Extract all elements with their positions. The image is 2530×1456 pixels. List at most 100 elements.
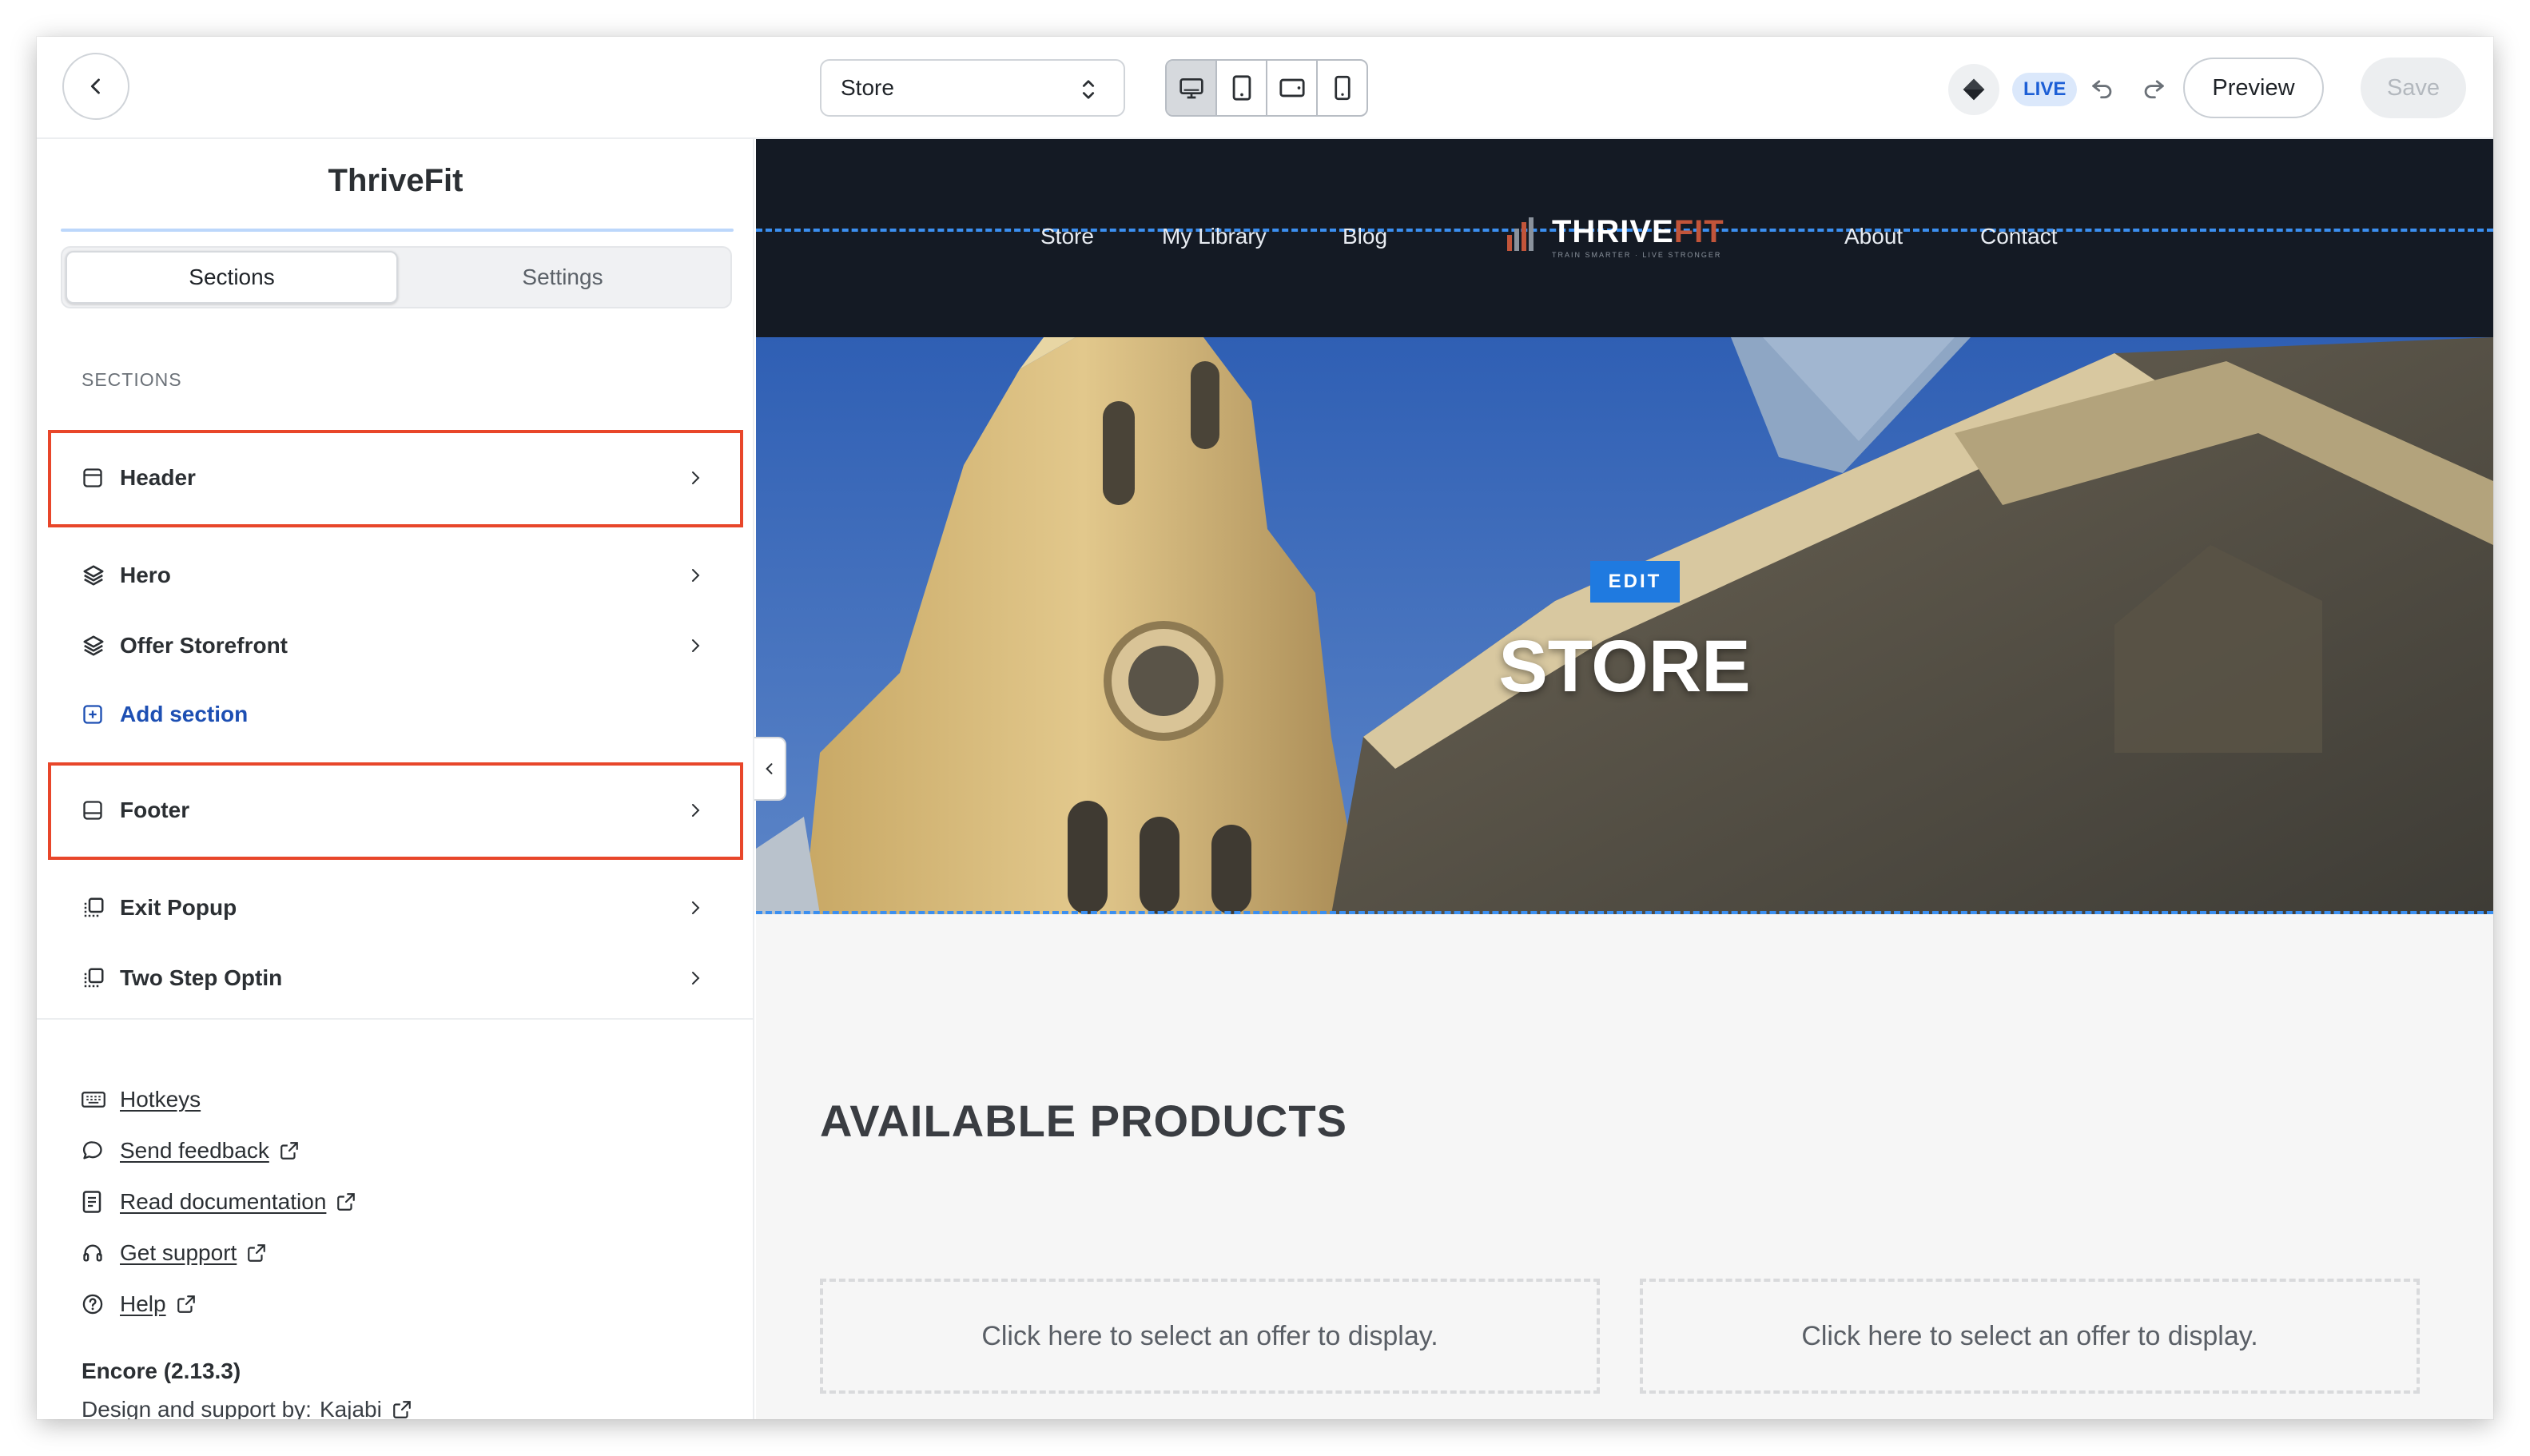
tablet-portrait-view-button[interactable] (1217, 61, 1267, 115)
chevron-left-icon (90, 78, 100, 94)
undo-icon[interactable] (2089, 74, 2116, 101)
mobile-icon (1334, 75, 1351, 101)
chevron-right-icon (692, 901, 700, 914)
sections-heading: SECTIONS (82, 369, 182, 390)
layout-top-icon (83, 468, 102, 487)
nav-link-my-library[interactable]: My Library (1162, 224, 1267, 249)
desktop-view-button[interactable] (1167, 61, 1217, 115)
device-toggle-group (1165, 59, 1368, 117)
plus-square-icon (83, 705, 102, 724)
hotkeys-link-label: Hotkeys (120, 1087, 201, 1112)
external-link-icon (177, 1295, 195, 1313)
desktop-icon (1179, 78, 1203, 99)
section-item-footer[interactable]: Footer (82, 786, 745, 834)
diamond-icon (1963, 78, 1985, 101)
theme-version: Encore (2.13.3) (82, 1359, 241, 1383)
external-link-icon (248, 1244, 266, 1262)
help-link-label: Help (120, 1291, 166, 1316)
get-support-link-label: Get support (120, 1240, 237, 1265)
section-item-offer-storefront[interactable]: Offer Storefront (82, 622, 745, 670)
layers-icon (83, 565, 104, 586)
section-item-label: Footer (120, 798, 190, 822)
mobile-view-button[interactable] (1318, 61, 1366, 115)
site-name-underline (61, 229, 734, 232)
tablet-portrait-icon (1232, 75, 1251, 101)
layout-bottom-icon (83, 801, 102, 820)
back-button[interactable] (62, 53, 129, 120)
nav-link-contact[interactable]: Contact (1980, 224, 2058, 249)
editor-app: Store LIVE Preview Save ThriveFit Sectio… (37, 37, 2493, 1419)
chevron-right-icon (692, 471, 700, 484)
section-item-label: Offer Storefront (120, 633, 288, 658)
sidebar-tabs: Sections Settings (61, 246, 732, 308)
keyboard-icon (82, 1092, 105, 1108)
site-name: ThriveFit (328, 163, 463, 198)
hero-title: STORE (1498, 626, 1751, 707)
headset-icon (83, 1244, 102, 1262)
section-item-label: Exit Popup (120, 895, 237, 920)
site-header-section[interactable]: Store My Library Blog THRIVEFIT TRAIN SM… (756, 139, 2493, 337)
section-item-label: Two Step Optin (120, 965, 283, 990)
external-link-icon (280, 1142, 298, 1160)
chevron-right-icon (692, 804, 700, 817)
products-heading: AVAILABLE PRODUCTS (820, 1096, 1347, 1146)
theme-settings-button[interactable] (1948, 64, 1999, 115)
external-link-icon (337, 1193, 356, 1211)
credit-prefix: Design and support by: (82, 1397, 312, 1419)
nav-link-blog[interactable]: Blog (1343, 224, 1387, 249)
collapse-sidebar-button[interactable] (754, 737, 786, 801)
send-feedback-link[interactable]: Send feedback (82, 1135, 300, 1167)
tab-settings[interactable]: Settings (398, 251, 727, 304)
section-item-hero[interactable]: Hero (82, 551, 745, 599)
nav-link-about[interactable]: About (1844, 224, 1903, 249)
logo-bars-icon (1507, 217, 1534, 251)
chat-icon (82, 1141, 102, 1160)
section-item-label: Header (120, 465, 196, 490)
logo-main-text: THRIVE (1552, 214, 1674, 249)
kajabi-link[interactable]: Kajabi (320, 1397, 382, 1419)
section-item-exit-popup[interactable]: Exit Popup (82, 884, 745, 932)
tablet-landscape-view-button[interactable] (1267, 61, 1318, 115)
tab-sections[interactable]: Sections (66, 251, 398, 304)
offer-placeholder-card[interactable]: Click here to select an offer to display… (820, 1279, 1600, 1394)
editor-topbar: Store LIVE Preview Save (37, 37, 2493, 139)
chevron-left-icon (766, 763, 773, 774)
chevron-right-icon (692, 972, 700, 985)
popup-icon (84, 897, 104, 917)
layers-icon (83, 635, 104, 656)
nav-link-store[interactable]: Store (1040, 224, 1094, 249)
preview-button[interactable]: Preview (2183, 58, 2324, 118)
section-item-label: Hero (120, 563, 171, 587)
sidebar-divider (37, 1018, 753, 1020)
help-circle-icon (82, 1294, 103, 1315)
save-button[interactable]: Save (2361, 58, 2466, 118)
edit-badge[interactable]: EDIT (1590, 561, 1680, 603)
live-badge: LIVE (2012, 73, 2078, 106)
read-documentation-link[interactable]: Read documentation (82, 1186, 356, 1218)
page-select[interactable]: Store (820, 59, 1125, 117)
add-section-button[interactable]: Add section (82, 690, 745, 738)
get-support-link[interactable]: Get support (82, 1237, 267, 1269)
logo-accent-text: FIT (1673, 214, 1724, 249)
offer-placeholder-card[interactable]: Click here to select an offer to display… (1640, 1279, 2420, 1394)
tablet-landscape-icon (1279, 78, 1305, 97)
page-select-value: Store (841, 75, 894, 100)
selection-dashed-line (756, 911, 2493, 914)
site-logo[interactable]: THRIVEFIT TRAIN SMARTER · LIVE STRONGER (1506, 216, 1724, 259)
section-item-header[interactable]: Header (82, 454, 745, 502)
credit-line: Design and support by: Kajabi (82, 1394, 412, 1419)
add-section-label: Add section (120, 702, 249, 726)
redo-icon[interactable] (2140, 74, 2167, 101)
chevron-up-down-icon (1082, 80, 1095, 99)
hero-section[interactable]: EDIT STORE (756, 337, 2493, 914)
chevron-right-icon (692, 569, 700, 582)
external-link-icon (392, 1401, 411, 1418)
popup-icon (84, 968, 104, 988)
site-preview-canvas: Store My Library Blog THRIVEFIT TRAIN SM… (756, 139, 2493, 1419)
send-feedback-link-label: Send feedback (120, 1138, 269, 1163)
hotkeys-link[interactable]: Hotkeys (82, 1084, 201, 1116)
read-documentation-link-label: Read documentation (120, 1189, 327, 1214)
help-link[interactable]: Help (82, 1288, 197, 1320)
section-item-two-step-optin[interactable]: Two Step Optin (82, 954, 745, 1002)
chevron-right-icon (692, 639, 700, 652)
